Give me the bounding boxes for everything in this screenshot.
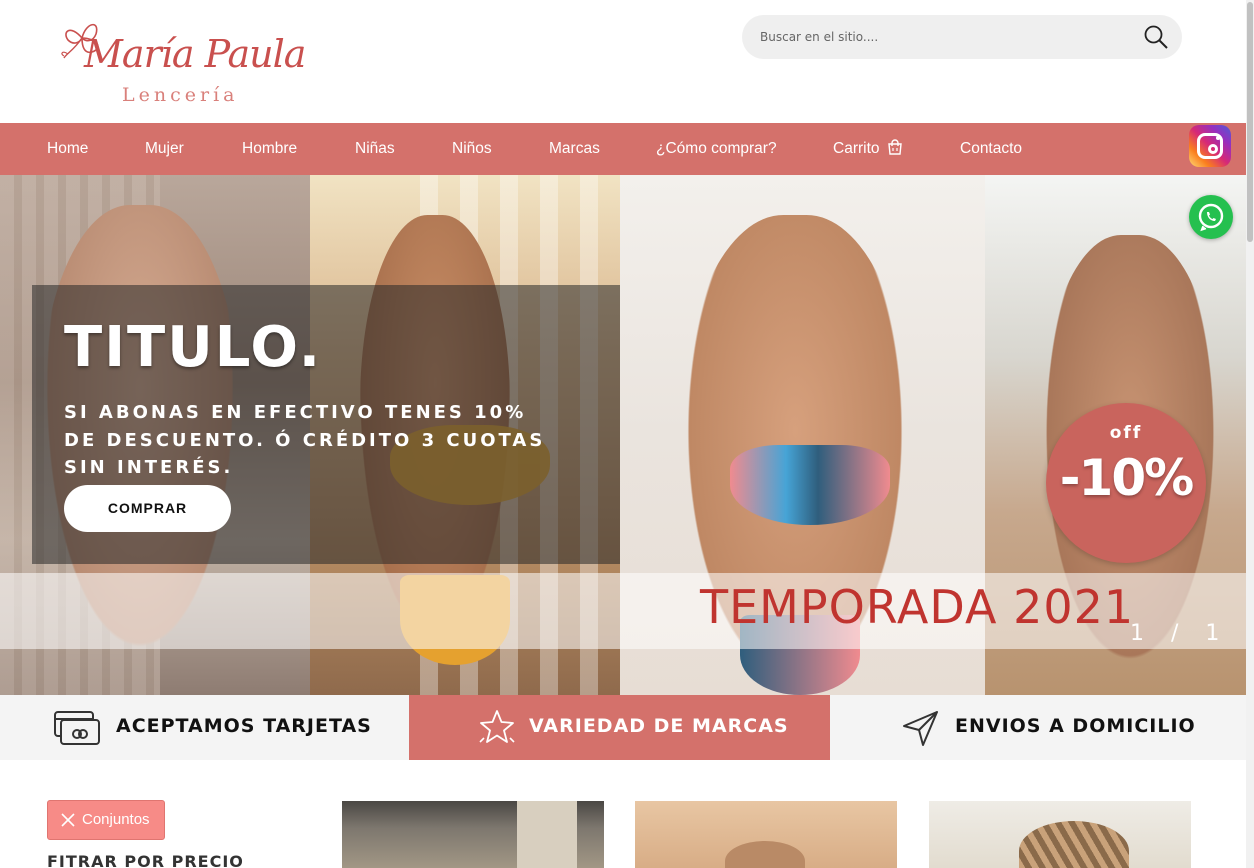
search-button[interactable]	[1142, 23, 1170, 51]
hero-text: SI ABONAS EN EFECTIVO TENES 10% DE DESCU…	[64, 402, 546, 478]
logo-subtitle: Lencería	[122, 84, 239, 106]
site-header: María Paula Lencería	[0, 0, 1254, 123]
hero-slider: TEMPORADA 2021 1 / 1 off -10% TITULO. SI…	[0, 175, 1254, 695]
nav-item-carrito-label: Carrito	[833, 140, 880, 157]
whatsapp-button[interactable]	[1189, 195, 1233, 239]
nav-item-hombre[interactable]: Hombre	[242, 123, 297, 175]
nav-item-home[interactable]: Home	[47, 123, 88, 175]
search-icon	[1144, 25, 1168, 49]
discount-badge: off -10%	[1046, 403, 1206, 563]
search-input[interactable]	[760, 15, 1130, 59]
nav-item-ninos[interactable]: Niños	[452, 123, 492, 175]
features-bar: ACEPTAMOS TARJETAS VARIEDAD DE MARCAS EN…	[0, 695, 1254, 760]
instagram-icon-flash	[1216, 136, 1220, 140]
product-card[interactable]	[342, 801, 604, 868]
nav-item-marcas[interactable]: Marcas	[549, 123, 600, 175]
main-nav: Home Mujer Hombre Niñas Niños Marcas ¿Có…	[0, 123, 1254, 175]
slider-pager: 1 / 1	[1130, 621, 1230, 646]
season-banner-text: TEMPORADA 2021	[700, 580, 1135, 634]
hero-caption: TITULO. SI ABONAS EN EFECTIVO TENES 10% …	[32, 285, 620, 564]
price-filter-title: FITRAR POR PRECIO	[47, 852, 244, 868]
discount-badge-label: off	[1109, 423, 1143, 443]
active-filter-chip[interactable]: Conjuntos	[47, 800, 165, 840]
search-bar	[742, 15, 1182, 59]
hero-title: TITULO.	[64, 315, 323, 380]
comprar-button[interactable]: COMPRAR	[64, 485, 231, 532]
star-icon	[479, 710, 515, 743]
close-icon[interactable]	[60, 812, 76, 828]
nav-item-mujer[interactable]: Mujer	[145, 123, 184, 175]
discount-badge-value: -10%	[1059, 449, 1194, 507]
feature-marcas: VARIEDAD DE MARCAS	[409, 695, 830, 760]
product-image-detail	[517, 801, 577, 868]
product-image-detail	[725, 841, 805, 868]
bikini-top-colorful	[730, 445, 890, 525]
feature-envios-label: ENVIOS A DOMICILIO	[955, 715, 1196, 737]
product-image-detail	[1019, 821, 1129, 868]
product-card[interactable]	[929, 801, 1191, 868]
instagram-icon-lens	[1208, 144, 1218, 154]
whatsapp-icon	[1198, 203, 1224, 232]
credit-card-icon	[54, 711, 100, 745]
page-scrollbar-thumb[interactable]	[1247, 2, 1253, 242]
instagram-button[interactable]	[1189, 125, 1231, 167]
active-filter-label: Conjuntos	[82, 811, 150, 828]
feature-tarjetas-label: ACEPTAMOS TARJETAS	[116, 715, 372, 737]
nav-item-como-comprar[interactable]: ¿Cómo comprar?	[656, 123, 777, 175]
nav-item-carrito[interactable]: Carrito	[833, 123, 903, 175]
feature-tarjetas: ACEPTAMOS TARJETAS	[0, 695, 409, 760]
nav-item-contacto[interactable]: Contacto	[960, 123, 1022, 175]
feature-envios: ENVIOS A DOMICILIO	[830, 695, 1254, 760]
brand-logo[interactable]: María Paula Lencería	[60, 14, 310, 114]
shopping-bag-icon	[888, 139, 902, 155]
logo-script-text: María Paula	[84, 32, 306, 76]
nav-item-ninas[interactable]: Niñas	[355, 123, 395, 175]
product-card[interactable]	[635, 801, 897, 868]
send-icon	[903, 711, 938, 746]
feature-marcas-label: VARIEDAD DE MARCAS	[529, 715, 789, 737]
